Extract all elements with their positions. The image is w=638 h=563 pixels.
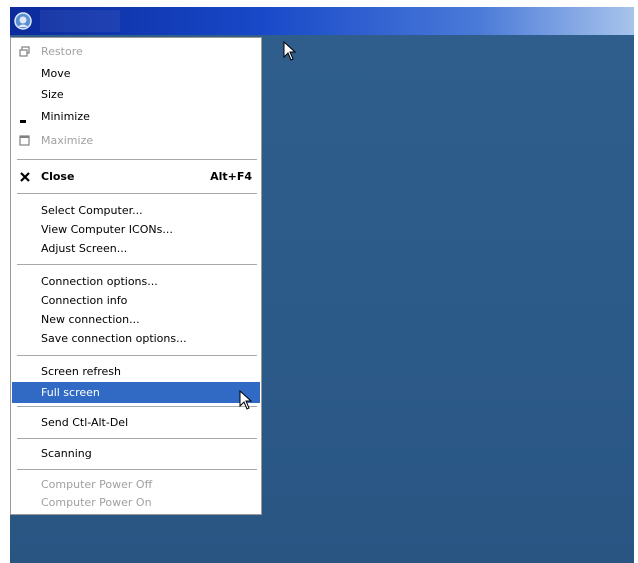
menu-item-label: Send Ctl-Alt-Del [41,416,129,429]
menu-item-power-on: Computer Power On [12,492,260,513]
menu-item-size[interactable]: Size [12,84,260,105]
menu-item-label: Restore [41,45,83,58]
restore-icon [19,46,30,57]
menu-item-send-ctl-alt-del[interactable]: Send Ctl-Alt-Del [12,412,260,433]
menu-item-view-icons[interactable]: View Computer ICONs... [12,219,260,240]
menu-item-label: Size [41,88,64,101]
menu-item-scanning[interactable]: Scanning [12,443,260,464]
menu-item-label: Minimize [41,110,90,123]
mouse-pointer-icon [283,41,297,61]
menu-item-label: Computer Power On [41,496,152,509]
menu-item-adjust-screen[interactable]: Adjust Screen... [12,238,260,259]
menu-item-label: Full screen [41,386,100,399]
remote-console-icon[interactable] [14,12,32,30]
menu-separator [17,406,257,408]
menu-item-close[interactable]: Close Alt+F4 [12,166,260,187]
menu-item-maximize: Maximize [12,130,260,151]
close-icon [20,172,30,182]
maximize-icon [19,135,30,146]
menu-separator [17,469,257,471]
menu-separator [17,355,257,357]
menu-item-label: Connection info [41,294,128,307]
menu-item-label: Close [41,170,75,183]
minimize-icon [20,120,26,123]
menu-separator [17,193,257,195]
title-text-area [40,10,120,32]
menu-item-screen-refresh[interactable]: Screen refresh [12,361,260,382]
menu-item-label: Move [41,67,71,80]
menu-item-save-connection[interactable]: Save connection options... [12,328,260,349]
menu-separator [17,438,257,440]
menu-item-label: Connection options... [41,275,158,288]
menu-item-label: Adjust Screen... [41,242,128,255]
menu-item-minimize[interactable]: Minimize [12,106,260,127]
menu-item-label: Select Computer... [41,204,143,217]
menu-separator [17,159,257,161]
menu-item-label: Maximize [41,134,94,147]
menu-item-label: View Computer ICONs... [41,223,173,236]
menu-item-connection-options[interactable]: Connection options... [12,271,260,292]
menu-item-connection-info[interactable]: Connection info [12,290,260,311]
system-menu: Restore Move Size Minimize Maximize Clos… [10,37,262,515]
menu-item-full-screen[interactable]: Full screen [12,382,260,403]
remote-console-window: Restore Move Size Minimize Maximize Clos… [10,7,634,563]
menu-item-label: New connection... [41,313,140,326]
close-shortcut: Alt+F4 [210,170,252,183]
menu-item-select-computer[interactable]: Select Computer... [12,200,260,221]
title-bar[interactable] [10,7,634,35]
menu-item-move[interactable]: Move [12,63,260,84]
menu-item-restore: Restore [12,41,260,62]
mouse-pointer-icon [239,390,253,410]
menu-item-label: Screen refresh [41,365,121,378]
menu-item-new-connection[interactable]: New connection... [12,309,260,330]
menu-item-label: Save connection options... [41,332,187,345]
menu-item-label: Scanning [41,447,92,460]
menu-separator [17,264,257,266]
